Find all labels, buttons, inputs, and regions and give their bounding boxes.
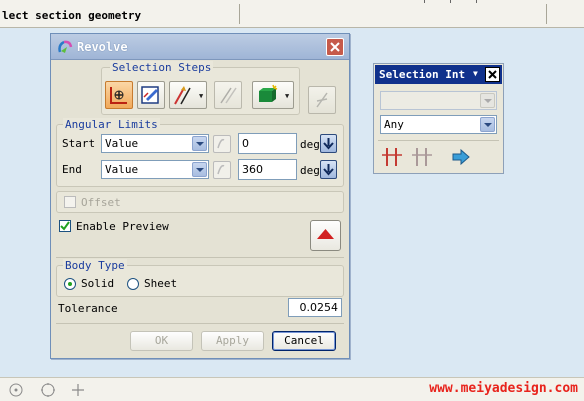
target-body-icon (259, 84, 278, 102)
body-type-group: Body Type Solid Sheet (56, 259, 344, 297)
body-type-title: Body Type (63, 259, 127, 272)
chevron-down-icon (192, 136, 207, 151)
selection-intent-titlebar[interactable]: Selection Int ▼ (375, 65, 502, 84)
reverse-direction-button[interactable] (308, 86, 336, 114)
tolerance-label: Tolerance (58, 302, 118, 315)
start-value-menu-button[interactable] (320, 134, 337, 153)
offset-label: Offset (81, 196, 121, 209)
sheet-radio[interactable] (127, 278, 139, 290)
curve-rule-value: Any (384, 118, 404, 131)
chevron-down-icon (480, 93, 495, 108)
end-label: End (62, 163, 82, 176)
selection-intent-toolbar: Selection Int ▼ Any (373, 63, 504, 174)
watermark-text: www.meiyadesign.com (429, 381, 578, 396)
revolve-dialog: Revolve Selection Steps ▼ ▼ Angular Limi… (50, 33, 350, 359)
dialog-title: Revolve (77, 40, 128, 54)
point-on-circle-icon[interactable] (8, 382, 24, 398)
dialog-titlebar[interactable]: Revolve (51, 34, 349, 60)
offset-checkbox[interactable] (64, 196, 76, 208)
start-options-button[interactable] (213, 135, 231, 153)
enable-preview-label: Enable Preview (76, 220, 169, 233)
section-step-button[interactable] (105, 81, 133, 109)
solid-label: Solid (81, 277, 115, 290)
divider (56, 323, 344, 324)
reverse-axis-icon (316, 92, 328, 108)
end-mode-value: Value (105, 163, 139, 176)
chevron-down-icon: ▼ (199, 92, 204, 100)
offset-group: Offset (56, 191, 344, 213)
vector-icon (174, 86, 191, 105)
stop-at-intersection-icon[interactable] (381, 146, 403, 168)
divider (56, 257, 344, 258)
chevron-down-icon (192, 162, 207, 177)
ok-button[interactable]: OK (130, 331, 193, 351)
close-button[interactable] (326, 38, 344, 56)
end-mode-select[interactable]: Value (101, 160, 209, 179)
cue-line-text: lect section geometry (2, 9, 142, 22)
arrow-right-icon[interactable] (451, 148, 471, 166)
cue-separator (546, 4, 547, 24)
start-unit-label: deg (300, 138, 320, 151)
selection-intent-title: Selection Int (379, 68, 466, 81)
bottom-toolbar: www.meiyadesign.com (0, 377, 584, 401)
selection-intent-close-button[interactable] (485, 67, 500, 82)
divider (378, 140, 499, 141)
triangle-up-icon (317, 229, 334, 239)
end-unit-label: deg (300, 164, 320, 177)
angular-limits-title: Angular Limits (63, 118, 160, 131)
close-icon (330, 42, 340, 52)
selection-steps-title: Selection Steps (110, 61, 214, 74)
arrow-down-icon (323, 138, 334, 150)
sheet-label: Sheet (144, 277, 178, 290)
boolean-target-button[interactable]: ▼ (252, 81, 294, 109)
start-label: Start (62, 137, 96, 150)
circle-center-icon[interactable] (40, 382, 56, 398)
start-mode-select[interactable]: Value (101, 134, 209, 153)
formula-icon (217, 138, 225, 149)
start-mode-value: Value (105, 137, 139, 150)
close-icon (488, 70, 497, 79)
cue-separator (239, 4, 240, 24)
enable-preview-checkbox[interactable] (59, 220, 71, 232)
point-icon (220, 87, 237, 104)
end-angle-input[interactable]: 360 (238, 159, 297, 180)
axis-vector-button[interactable]: ▼ (169, 81, 207, 109)
checkmark-icon (60, 221, 70, 231)
cue-tick (424, 0, 425, 3)
chevron-down-icon: ▼ (473, 69, 478, 78)
sketch-icon (141, 86, 159, 104)
angular-limits-group: Angular Limits Start Value 0 deg End Val… (56, 118, 344, 187)
follow-fillet-icon[interactable] (411, 146, 433, 168)
axis-point-button[interactable] (214, 81, 242, 109)
chevron-down-icon (480, 117, 495, 132)
cue-tick (450, 0, 451, 3)
tolerance-input[interactable]: 0.0254 (288, 298, 342, 317)
solid-radio[interactable] (64, 278, 76, 290)
cancel-button[interactable]: Cancel (272, 331, 336, 351)
plus-icon[interactable] (70, 382, 86, 398)
formula-icon (217, 164, 225, 175)
selection-steps-group: Selection Steps ▼ ▼ (101, 61, 300, 115)
end-value-menu-button[interactable] (320, 160, 337, 179)
end-options-button[interactable] (213, 161, 231, 179)
preview-result-button[interactable] (310, 220, 341, 251)
sketch-section-button[interactable] (137, 81, 165, 109)
chevron-down-icon: ▼ (285, 92, 290, 100)
arrow-down-icon (323, 164, 334, 176)
cue-line-bar: lect section geometry (0, 0, 584, 28)
cue-tick (476, 0, 477, 3)
curve-rule-select[interactable]: Any (380, 115, 497, 134)
apply-button[interactable]: Apply (201, 331, 264, 351)
section-curve-icon (110, 87, 127, 104)
start-angle-input[interactable]: 0 (238, 133, 297, 154)
revolve-icon (58, 40, 73, 53)
type-filter-select[interactable] (380, 91, 497, 110)
